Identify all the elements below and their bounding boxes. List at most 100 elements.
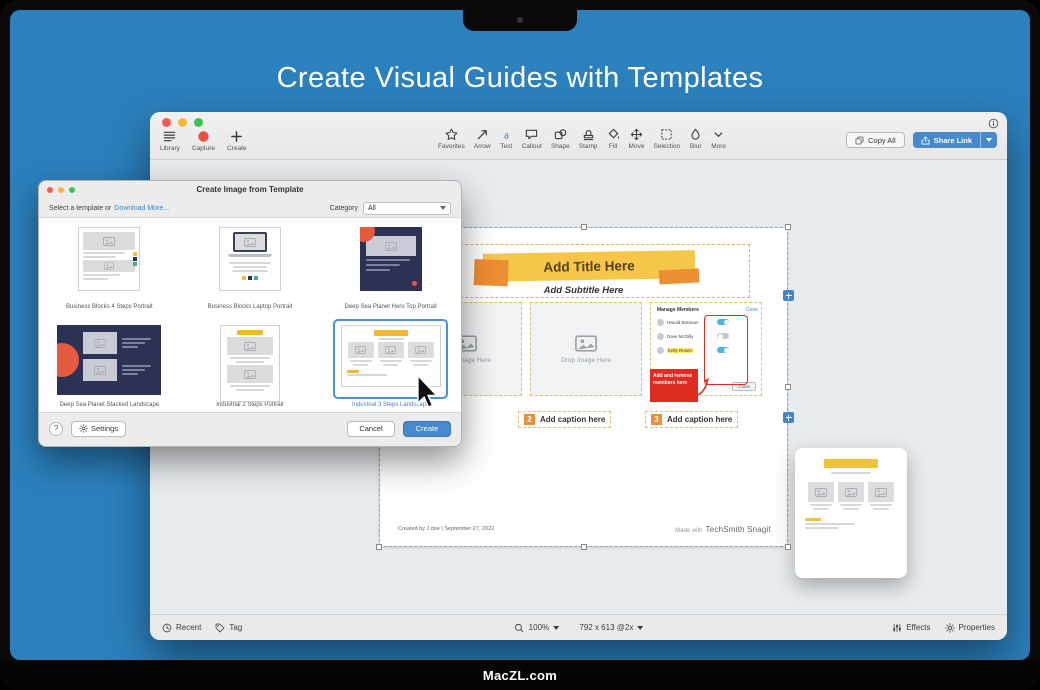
- add-section-button[interactable]: [783, 290, 794, 301]
- tool-blur[interactable]: Blur: [689, 128, 702, 150]
- caret-down-icon: [440, 206, 446, 210]
- create-confirm-button[interactable]: Create: [403, 421, 451, 437]
- tag-button[interactable]: Tag: [215, 623, 242, 633]
- zoom-button[interactable]: [194, 118, 203, 127]
- image-placeholder-icon: [244, 342, 256, 351]
- image-placeholder-icon: [845, 488, 857, 497]
- image-placeholder-icon: [103, 237, 115, 246]
- resize-handle[interactable]: [376, 544, 382, 550]
- template-thumbnail: [78, 227, 140, 291]
- drop-image-zone[interactable]: Drop Image Here: [530, 302, 642, 396]
- resize-handle[interactable]: [581, 544, 587, 550]
- tool-arrow[interactable]: Arrow: [474, 128, 491, 150]
- caret-down-icon: [637, 626, 643, 630]
- resize-handle[interactable]: [581, 224, 587, 230]
- desktop: Create Visual Guides with Templates Libr…: [10, 10, 1030, 660]
- capture-button[interactable]: Capture: [192, 130, 215, 152]
- resize-handle[interactable]: [785, 224, 791, 230]
- tool-stamp[interactable]: Stamp: [579, 128, 598, 150]
- caption-field[interactable]: 2 Add caption here: [518, 411, 611, 428]
- arrow-icon: [476, 128, 489, 141]
- close-button[interactable]: [162, 118, 171, 127]
- editor-toolbar: Library Capture Create Favorites: [150, 112, 1007, 160]
- effects-button[interactable]: Effects: [892, 623, 930, 633]
- canvas-size-control[interactable]: 792 x 613 @2x: [579, 623, 643, 632]
- settings-button[interactable]: Settings: [71, 421, 126, 437]
- template-thumbnail: [219, 227, 281, 291]
- template-cell[interactable]: Deep Sea Planet Hero Top Portrait: [320, 218, 461, 316]
- zoom-icon: [514, 623, 524, 633]
- template-cell[interactable]: Business Blocks 4 Steps Portrait: [39, 218, 180, 316]
- create-button[interactable]: Create: [227, 130, 247, 152]
- share-icon: [921, 136, 930, 145]
- template-mini-preview[interactable]: [795, 448, 907, 578]
- minimize-button[interactable]: [178, 118, 187, 127]
- caret-down-icon: [986, 138, 992, 142]
- doc-title-banner[interactable]: Add Title Here: [483, 250, 695, 282]
- doc-footer-credit: Created by J.doe | September 27, 2022: [398, 526, 494, 532]
- properties-button[interactable]: Properties: [945, 623, 995, 633]
- category-select[interactable]: All: [363, 202, 451, 215]
- add-section-button[interactable]: [783, 412, 794, 423]
- capture-icon: [197, 130, 210, 143]
- tag-icon: [215, 623, 225, 633]
- caption-field[interactable]: 3 Add caption here: [645, 411, 738, 428]
- image-placeholder-icon: [94, 339, 106, 348]
- fill-icon: [607, 128, 620, 141]
- tool-selection[interactable]: Selection: [653, 128, 680, 150]
- dialog-title: Create Image from Template: [39, 181, 461, 199]
- svg-text:a: a: [504, 130, 509, 141]
- dialog-footer: ? Settings Cancel Create: [39, 411, 461, 446]
- recent-button[interactable]: Recent: [162, 623, 201, 633]
- library-icon: [163, 130, 176, 143]
- tool-fill[interactable]: Fill: [607, 128, 620, 150]
- tool-text[interactable]: a Text: [500, 128, 513, 150]
- text-icon: a: [500, 128, 513, 141]
- doc-footer-brand: Made with TechSmith Snagit: [675, 525, 771, 534]
- effects-icon: [892, 623, 902, 633]
- template-cell[interactable]: Industrial 2 Steps Portrait: [180, 316, 321, 414]
- share-link-button[interactable]: Share Link: [913, 132, 997, 148]
- image-placeholder-icon: [385, 242, 397, 251]
- copy-icon: [855, 136, 864, 145]
- minimize-button[interactable]: [58, 187, 64, 193]
- tool-shape[interactable]: Shape: [551, 128, 570, 150]
- template-thumbnail: [360, 227, 422, 291]
- brand-label: MacZL.com: [483, 668, 557, 683]
- avatar: [657, 347, 664, 354]
- image-placeholder-icon: [244, 370, 256, 379]
- callout-icon: [525, 128, 538, 141]
- copy-all-button[interactable]: Copy All: [846, 132, 905, 148]
- more-icon: [712, 128, 725, 141]
- screenshot-content[interactable]: Manage Members Done Harold Brennan Dave …: [650, 302, 762, 396]
- image-placeholder-icon: [385, 346, 396, 354]
- cancel-button[interactable]: Cancel: [347, 421, 395, 437]
- image-placeholder-icon: [575, 335, 597, 352]
- drawing-tools: Favorites Arrow a Text Callout: [438, 128, 726, 150]
- laptop-bottom-bar: MacZL.com: [0, 660, 1040, 690]
- template-cell[interactable]: Business Blocks Laptop Portrait: [180, 218, 321, 316]
- close-button[interactable]: [47, 187, 53, 193]
- zoom-button[interactable]: [69, 187, 75, 193]
- info-icon: [988, 118, 999, 129]
- dialog-window-controls: [47, 187, 75, 193]
- blur-icon: [689, 128, 702, 141]
- download-more-link[interactable]: Download More...: [114, 205, 169, 212]
- toolbar-left-group: Library Capture Create: [160, 130, 247, 152]
- tool-move[interactable]: Move: [629, 128, 645, 150]
- red-annotation-rect[interactable]: [704, 315, 748, 385]
- tool-more[interactable]: More: [711, 128, 726, 150]
- dialog-titlebar: Create Image from Template: [39, 181, 461, 199]
- help-button[interactable]: ?: [49, 422, 63, 436]
- share-dropdown-button[interactable]: [980, 132, 997, 148]
- library-button[interactable]: Library: [160, 130, 180, 152]
- tool-callout[interactable]: Callout: [522, 128, 542, 150]
- resize-handle[interactable]: [785, 384, 791, 390]
- resize-handle[interactable]: [785, 544, 791, 550]
- shape-icon: [554, 128, 567, 141]
- template-cell[interactable]: Deep Sea Planet Stacked Landscape: [39, 316, 180, 414]
- red-callout[interactable]: Add and remove members here: [650, 369, 698, 402]
- zoom-level-control[interactable]: 100%: [529, 623, 559, 632]
- template-thumbnail: [220, 325, 280, 402]
- tool-favorites[interactable]: Favorites: [438, 128, 465, 150]
